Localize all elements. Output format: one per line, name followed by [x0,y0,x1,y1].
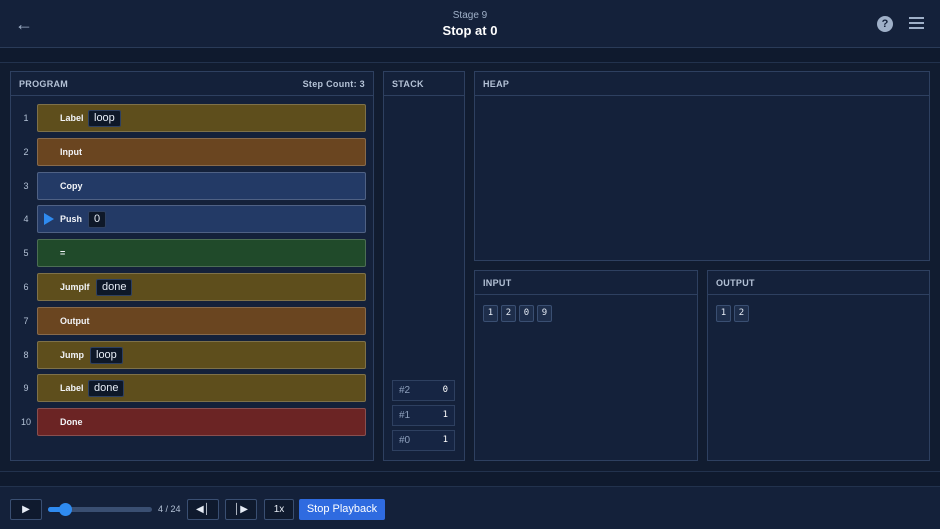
program-line: 7 Output [11,306,374,335]
instruction-command: JumpIf [60,282,90,292]
instruction-argument[interactable]: loop [90,346,123,364]
stack-cell: #0 1 [392,430,455,451]
step-counter: 4 / 24 [158,504,181,514]
stack-value: 0 [442,385,448,395]
workspace: PROGRAM Step Count: 3 1 Label loop 2 Input 3 C… [0,62,940,472]
stack-index: #1 [399,410,411,421]
output-item: 1 [716,305,731,322]
instruction-argument[interactable]: loop [88,110,121,127]
instruction-command: Push [60,214,83,225]
menu-icon[interactable] [909,17,924,31]
heap-title: HEAP [475,72,929,96]
program-panel: PROGRAM Step Count: 3 1 Label loop 2 Input 3 C… [10,71,374,461]
stack-index: #0 [399,435,411,446]
input-queue: 1209 [483,302,555,322]
stage-label: Stage 9 [452,10,488,21]
program-line: 6 JumpIf done [11,273,374,301]
program-header: PROGRAM Step Count: 3 [11,72,373,96]
instruction-command: = [60,248,66,259]
step-forward-button[interactable]: │▶ [225,499,257,520]
program-line: 2 Input [11,137,374,166]
program-line: 3 Copy [11,171,374,200]
program-line: 9 Label done [11,374,374,403]
stack-title: STACK [384,72,464,96]
output-panel: OUTPUT 12 [707,270,930,461]
instruction-block[interactable]: Input [37,137,366,166]
output-item: 2 [734,305,749,322]
stack-cell: #2 0 [392,380,455,401]
stack-value: 1 [442,435,448,445]
instruction-command: Copy [60,180,83,191]
instruction-command: Done [60,417,83,428]
output-title: OUTPUT [708,271,929,295]
output-queue: 12 [716,302,752,322]
program-line: 5 = [11,239,374,268]
instruction-block[interactable]: JumpIf done [37,273,366,301]
step-count: Step Count: 3 [302,79,365,89]
instruction-argument[interactable]: done [88,380,125,398]
program-line: 4 Push 0 [11,205,374,234]
input-item: 0 [519,305,534,322]
program-line: 10 Done [11,408,374,437]
slider-thumb[interactable] [59,503,73,516]
speed-button[interactable]: 1x [264,499,294,520]
stack-value: 1 [442,410,448,420]
instruction-command: Input [60,146,82,157]
stop-playback-button[interactable]: Stop Playback [299,499,385,520]
step-back-button[interactable]: ◀│ [187,499,219,520]
stack-index: #2 [399,385,411,396]
instruction-command: Label [60,383,84,394]
program-lines: 1 Label loop 2 Input 3 Copy 4 Push 0 5 = 6 JumpIf done… [11,104,374,444]
program-title: PROGRAM [19,79,69,89]
instruction-command: Label [60,113,84,123]
input-panel: INPUT 1209 [474,270,698,461]
input-item: 2 [501,305,516,322]
instruction-block[interactable]: Output [37,306,366,335]
instruction-command: Output [60,315,90,326]
help-icon[interactable]: ? [877,16,893,32]
play-button[interactable]: ▶ [10,499,42,520]
instruction-block[interactable]: Jump loop [37,340,366,369]
program-line: 1 Label loop [11,104,374,132]
current-line-arrow-icon [44,213,54,226]
input-item: 1 [483,305,498,322]
instruction-block[interactable]: Done [37,408,366,437]
program-line: 8 Jump loop [11,340,374,369]
instruction-command: Jump [60,349,85,360]
instruction-argument[interactable]: 0 [88,211,107,229]
input-title: INPUT [475,271,697,295]
instruction-argument[interactable]: done [96,279,133,296]
instruction-block[interactable]: Label loop [37,104,366,132]
instruction-block[interactable]: Label done [37,374,366,403]
instruction-block[interactable]: Push 0 [37,205,366,234]
top-bar: ← Stage 9 Stop at 0 ? [0,0,940,48]
instruction-block[interactable]: Copy [37,171,366,200]
playback-slider[interactable] [48,503,152,516]
playback-bar: ▶ 4 / 24 ◀│ │▶ 1x Stop Playback [0,486,940,529]
input-item: 9 [537,305,552,322]
heap-panel: HEAP [474,71,930,261]
stack-cell: #1 1 [392,405,455,426]
stack-panel: STACK #2 0 #1 1 #0 1 [383,71,465,461]
page-title: Stop at 0 [442,23,498,38]
instruction-block[interactable]: = [37,239,366,268]
